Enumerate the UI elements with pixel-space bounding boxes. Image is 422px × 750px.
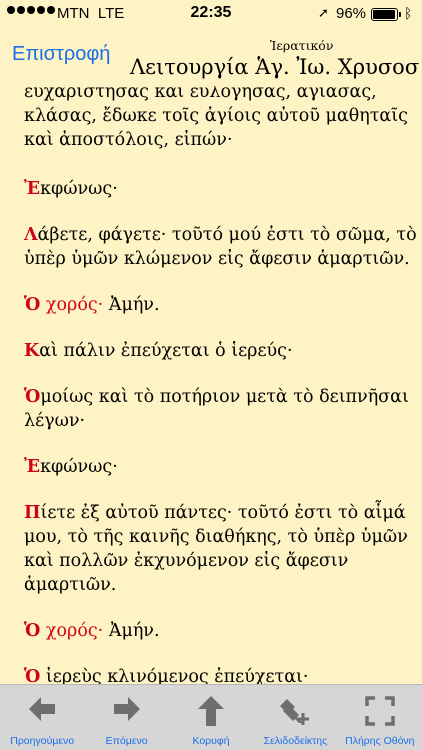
arrow-right-icon (113, 697, 140, 721)
liturgy-text: εὐχαριστήσας καὶ εὐλογήσας, ἁγιάσας, κλά… (24, 86, 419, 684)
previous-label: Προηγούμενο (10, 735, 75, 747)
previous-button[interactable]: Προηγούμενο (0, 685, 84, 750)
arrow-left-icon (29, 697, 56, 721)
add-bookmark-icon (280, 699, 310, 725)
text-paragraph: Ὁμοίως καὶ τὸ ποτήριον μετὰ τὸ δειπνῆσαι… (24, 387, 409, 431)
text-paragraph: Λάβετε, φάγετε· τοῦτό μού ἐστι τὸ σῶμα, … (24, 225, 417, 269)
fullscreen-label: Πλήρης Οθόνη (345, 735, 415, 747)
text-paragraph: Καὶ πάλιν ἐπεύχεται ὁ ἱερεύς· (24, 341, 293, 361)
top-label: Κορυφή (192, 735, 230, 747)
liturgy-text-view[interactable]: εὐχαριστήσας καὶ εὐλογήσας, ἁγιάσας, κλά… (0, 86, 422, 684)
top-button[interactable]: Κορυφή (169, 685, 253, 750)
fullscreen-button[interactable]: Πλήρης Οθόνη (338, 685, 422, 750)
status-bar: MTN LTE 22:35 ➚ 96% ᛒ (0, 0, 422, 28)
nav-subtitle: Ἱερατικόν (270, 38, 334, 53)
back-button[interactable]: Επιστροφή (12, 43, 110, 66)
fullscreen-icon (365, 696, 395, 726)
text-paragraph: εὐχαριστήσας καὶ εὐλογήσας, ἁγιάσας, κλά… (24, 86, 408, 150)
page-title: Λειτουργία Ἁγ. Ἰω. Χρυσοσ (130, 55, 420, 79)
text-paragraph: Ὁ χορός· Ἀμήν. (24, 295, 160, 315)
bluetooth-icon: ᛒ (404, 5, 413, 21)
text-paragraph: Ἐκφώνως· (24, 457, 118, 477)
bookmark-label: Σελιδοδείκτης (263, 735, 328, 747)
navigation-bar: Επιστροφή Ἱερατικόν Λειτουργία Ἁγ. Ἰω. Χ… (0, 28, 422, 86)
text-paragraph: Ὁ χορός· Ἀμήν. (24, 621, 160, 641)
next-button[interactable]: Επόμενο (84, 685, 168, 750)
battery-percent: 96% (336, 5, 367, 22)
text-paragraph: Ὁ ἱερεὺς κλινόμενος ἐπεύχεται· (24, 667, 309, 684)
next-label: Επόμενο (105, 735, 148, 747)
bottom-toolbar: Προηγούμενο Επόμενο Κορυφή Σελιδοδείκτης… (0, 684, 422, 750)
battery-icon (371, 8, 401, 21)
location-arrow-icon: ➚ (318, 5, 329, 20)
text-paragraph: Ἐκφώνως· (24, 179, 118, 199)
bookmark-button[interactable]: Σελιδοδείκτης (253, 685, 337, 750)
text-paragraph: Πίετε ἐξ αὐτοῦ πάντες· τοῦτό ἐστι τὸ αἷμ… (24, 503, 408, 595)
arrow-up-icon (198, 696, 225, 726)
